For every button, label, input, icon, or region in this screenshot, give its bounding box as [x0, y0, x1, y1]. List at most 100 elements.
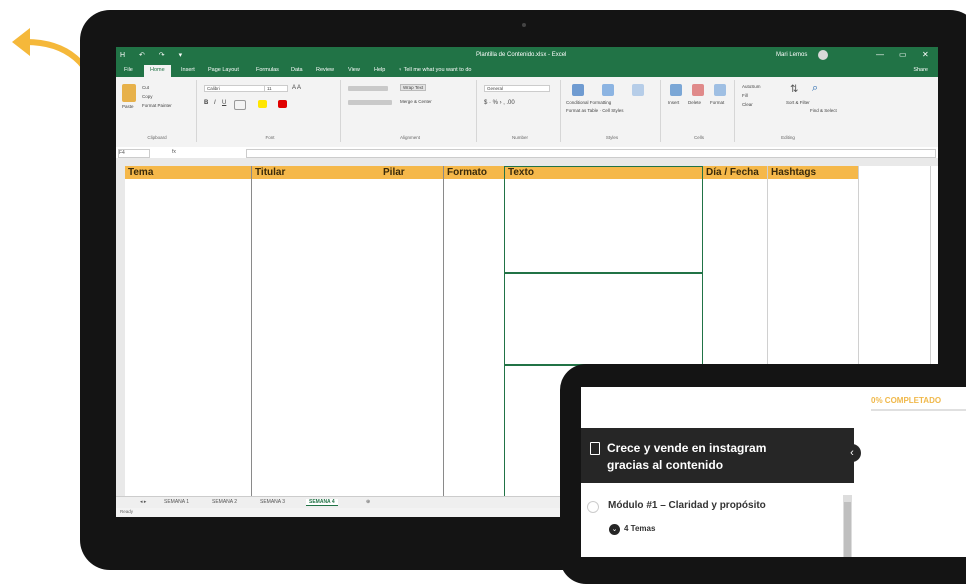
font-name-select[interactable]: Calibri — [204, 85, 265, 92]
borders-icon[interactable] — [234, 100, 246, 110]
group-label: Clipboard — [147, 135, 167, 140]
styles-group: Conditional Formatting Format as Table ·… — [564, 80, 661, 142]
sort-filter-icon[interactable]: ⇅ — [790, 84, 798, 95]
avatar[interactable] — [818, 50, 828, 60]
format-label[interactable]: Format — [710, 100, 724, 105]
tab-review[interactable]: Review — [316, 67, 334, 73]
header-formato[interactable]: Formato — [447, 167, 487, 178]
nav-arrows-icon[interactable]: ◂ ▸ — [140, 499, 146, 505]
header-hashtags[interactable]: Hashtags — [771, 167, 816, 178]
paste-icon[interactable] — [122, 84, 136, 102]
sort-filter-label[interactable]: Sort & Filter — [786, 100, 810, 105]
add-sheet-icon[interactable]: ⊕ — [366, 499, 370, 505]
tab-home[interactable]: Home — [144, 65, 171, 77]
cell-styles-icon[interactable] — [632, 84, 644, 96]
cut-button[interactable]: Cut — [142, 85, 149, 90]
chevron-down-icon[interactable]: ⌄ — [609, 524, 620, 535]
find-select-label[interactable]: Find & Select — [810, 108, 837, 113]
font-size-select[interactable]: 11 — [264, 85, 288, 92]
bold-icon[interactable]: B — [204, 100, 208, 106]
font-grow-icon[interactable]: A A — [292, 85, 301, 91]
tab-file[interactable]: File — [124, 67, 133, 73]
find-search-icon[interactable]: ⌕ — [812, 82, 818, 95]
align-horizontal-icons[interactable] — [348, 100, 392, 105]
alignment-group: Wrap Text Merge & Center Alignment — [344, 80, 477, 142]
ribbon-tabs: File Home Insert Page Layout Formulas Da… — [116, 64, 938, 77]
topics-count[interactable]: 4 Temas — [624, 524, 655, 533]
editing-group: AutoSum Fill Clear ⇅ ⌕ Sort & Filter Fin… — [738, 80, 838, 142]
conditional-formatting-label[interactable]: Conditional Formatting — [566, 100, 611, 105]
format-painter-button[interactable]: Format Painter — [142, 103, 172, 108]
cell-styles-label[interactable]: Cell Styles — [602, 108, 623, 113]
ribbon: Paste Cut Copy Format Painter Clipboard … — [116, 77, 938, 148]
merge-center-button[interactable]: Merge & Center — [400, 99, 432, 104]
number-format-select[interactable]: General — [484, 85, 550, 92]
group-label: Styles — [605, 135, 619, 140]
scrollbar-thumb[interactable] — [844, 502, 851, 557]
number-group: General $ · % › ‚ .00 Number — [480, 80, 561, 142]
scrollbar[interactable] — [843, 495, 852, 557]
tab-formulas[interactable]: Formulas — [256, 67, 279, 73]
status-text: Ready — [120, 509, 134, 514]
wrap-text-button[interactable]: Wrap Text — [400, 84, 427, 91]
underline-icon[interactable]: U — [222, 100, 226, 106]
column-divider — [251, 166, 252, 496]
close-icon[interactable]: ✕ — [922, 50, 929, 59]
delete-label[interactable]: Delete — [688, 100, 701, 105]
tab-insert[interactable]: Insert — [181, 67, 195, 73]
minimize-icon[interactable]: — — [876, 50, 884, 59]
header-pilar[interactable]: Pilar — [383, 167, 405, 178]
progress-bar — [871, 409, 966, 411]
fill-button[interactable]: Fill — [742, 93, 748, 98]
collapse-sidebar-button[interactable]: ‹ — [843, 444, 861, 462]
insert-cells-icon[interactable] — [670, 84, 682, 96]
module-complete-radio[interactable] — [587, 501, 599, 513]
group-label: Number — [511, 135, 528, 140]
header-tema[interactable]: Tema — [128, 167, 153, 178]
tab-help[interactable]: Help — [374, 67, 385, 73]
group-label: Font — [265, 135, 275, 140]
texto-cell-1[interactable] — [504, 166, 703, 274]
conditional-formatting-icon[interactable] — [572, 84, 584, 96]
copy-button[interactable]: Copy — [142, 94, 153, 99]
document-title: Plantilla de Contenido.xlsx - Excel — [476, 52, 567, 58]
excel-title-bar: H ↶ ↷ ▾ Plantilla de Contenido.xlsx - Ex… — [116, 47, 938, 64]
tab-page-layout[interactable]: Page Layout — [208, 67, 239, 73]
sheet-tab-semana-3[interactable]: SEMANA 3 — [260, 499, 285, 505]
font-color-icon[interactable] — [278, 100, 287, 108]
tab-data[interactable]: Data — [291, 67, 303, 73]
italic-icon[interactable]: I — [214, 100, 216, 106]
fx-icon[interactable]: fx — [172, 149, 176, 155]
user-name[interactable]: Mari Lemos — [776, 52, 807, 58]
font-group: Calibri 11 A A B I U Font — [200, 80, 341, 142]
sheet-tab-semana-2[interactable]: SEMANA 2 — [212, 499, 237, 505]
format-table-label[interactable]: Format as Table — [566, 108, 598, 113]
maximize-icon[interactable]: ▭ — [899, 50, 907, 59]
sheet-tab-semana-4[interactable]: SEMANA 4 — [306, 499, 338, 506]
align-top-icons[interactable] — [348, 86, 388, 91]
module-item[interactable]: Módulo #1 – Claridad y propósito ⌄ 4 Tem… — [581, 487, 854, 557]
course-panel: 0% COMPLETADO Crece y vende en instagram… — [581, 387, 966, 557]
tab-view[interactable]: View — [348, 67, 360, 73]
autosum-button[interactable]: AutoSum — [742, 84, 761, 89]
name-box[interactable]: F4 — [118, 149, 150, 158]
fill-color-icon[interactable] — [258, 100, 267, 108]
quick-access-toolbar[interactable]: H ↶ ↷ ▾ — [120, 51, 188, 59]
delete-cells-icon[interactable] — [692, 84, 704, 96]
number-format-icons[interactable]: $ · % › ‚ .00 — [484, 100, 515, 106]
format-cells-icon[interactable] — [714, 84, 726, 96]
texto-cell-2[interactable] — [504, 272, 703, 366]
header-titular[interactable]: Titular — [255, 167, 285, 178]
sheet-tab-semana-1[interactable]: SEMANA 1 — [164, 499, 189, 505]
styles-labels[interactable]: Format as Table · Cell Styles — [566, 108, 656, 113]
clear-button[interactable]: Clear — [742, 102, 753, 107]
module-title[interactable]: Módulo #1 – Claridad y propósito — [608, 500, 766, 511]
insert-label[interactable]: Insert — [668, 100, 679, 105]
format-table-icon[interactable] — [602, 84, 614, 96]
formula-input[interactable] — [246, 149, 936, 158]
book-icon — [590, 442, 600, 455]
paste-label[interactable]: Paste — [122, 104, 134, 109]
tell-me-search[interactable]: ♀ Tell me what you want to do — [398, 67, 471, 73]
header-dia-fecha[interactable]: Día / Fecha — [706, 167, 759, 178]
share-button[interactable]: Share — [913, 67, 928, 73]
